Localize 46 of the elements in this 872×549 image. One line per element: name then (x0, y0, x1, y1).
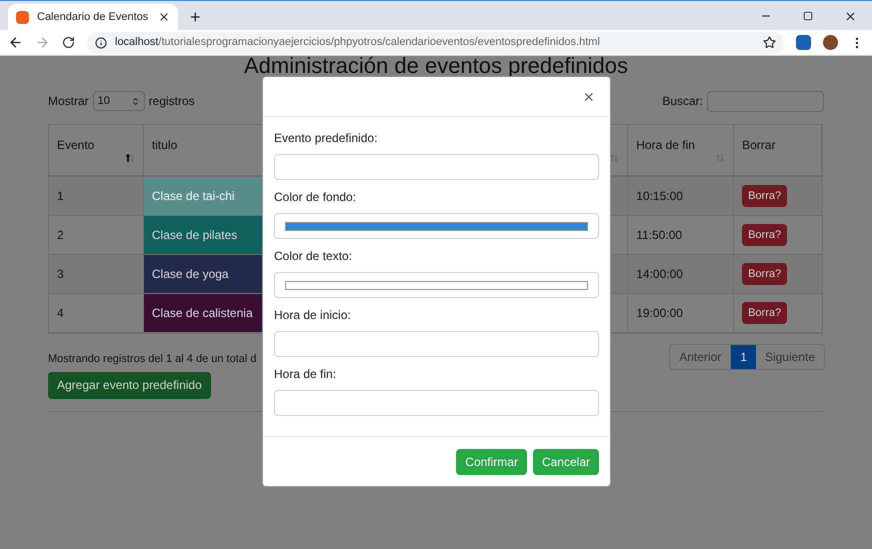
search-field[interactable] (707, 90, 824, 112)
extension-icon[interactable] (796, 35, 811, 50)
dialog-button[interactable]: Confirmar (456, 448, 527, 474)
reload-icon[interactable] (62, 36, 75, 49)
show-suffix: registros (148, 93, 195, 110)
select-arrows-icon (130, 96, 140, 106)
sort-icon[interactable] (609, 153, 620, 163)
address-bar[interactable]: localhost/tutorialesprogramacionyaejercicios/phpyotros/calendarioeventos/eventospredefinidos.html (87, 32, 784, 54)
next-button[interactable]: Siguiente (756, 345, 824, 369)
search-label: Buscar: (662, 93, 703, 110)
input-field[interactable] (274, 154, 599, 180)
input-field[interactable] (274, 390, 599, 416)
bookmark-icon[interactable] (763, 36, 776, 49)
field-label: Hora de fin: (274, 366, 338, 383)
back-icon[interactable] (8, 35, 23, 50)
column-header[interactable]: Hora de fin (628, 125, 734, 175)
avatar-icon[interactable] (823, 35, 838, 50)
page-heading: Administración de eventos predefinidos (242, 56, 629, 80)
calendar-icon (16, 10, 29, 24)
column-header[interactable]: Borrar (734, 125, 822, 175)
sort-icon[interactable] (124, 153, 135, 163)
delete-button[interactable]: Borra? (742, 302, 788, 324)
dialog-button[interactable]: Cancelar (532, 448, 599, 474)
close-button[interactable]: × (583, 88, 594, 106)
table-cell: 10:15:00 (628, 177, 734, 215)
add-event-button[interactable]: Agregar evento predefinido (48, 372, 211, 398)
color-field[interactable] (274, 272, 599, 298)
color-field[interactable] (274, 213, 599, 239)
delete-button[interactable]: Borra? (742, 185, 788, 207)
info-icon (95, 36, 107, 48)
table-cell: 19:00:00 (628, 294, 734, 332)
page-size-select[interactable]: 10 (92, 91, 145, 111)
maximize-icon[interactable] (803, 11, 813, 21)
show-label: Mostrar (48, 93, 89, 110)
column-header[interactable]: Evento (49, 125, 144, 175)
page-button[interactable]: 1 (731, 345, 756, 369)
table-cell: 14:00:00 (628, 255, 734, 293)
new-tab-button[interactable]: + (190, 8, 201, 26)
delete-button[interactable]: Borra? (742, 263, 788, 285)
close-icon[interactable] (844, 10, 857, 23)
browser-tab[interactable]: Calendario de Eventos (8, 4, 178, 30)
table-cell: 11:50:00 (628, 216, 734, 254)
delete-button[interactable]: Borra? (742, 224, 788, 246)
input-field[interactable] (274, 331, 599, 357)
close-icon[interactable] (158, 11, 170, 23)
table-info: Mostrando registros del 1 al 4 de un total d (48, 352, 257, 367)
